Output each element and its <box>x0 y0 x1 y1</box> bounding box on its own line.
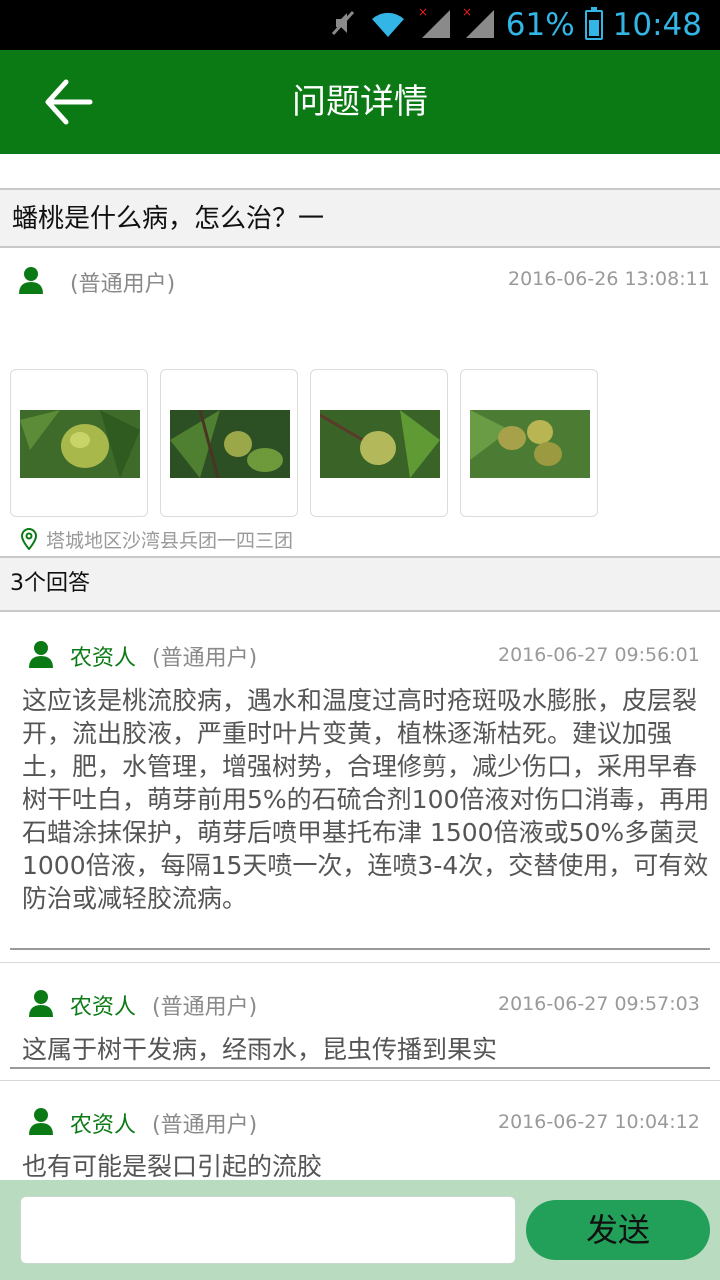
answers-header: 3个回答 <box>0 556 720 612</box>
user-icon <box>29 641 53 668</box>
back-arrow-icon <box>45 79 93 125</box>
back-button[interactable] <box>40 76 96 128</box>
battery-percent: 61% <box>505 7 575 43</box>
answerer-role: (普通用户) <box>152 646 258 671</box>
question-title-bar: 蟠桃是什么病，怎么治？一 <box>0 188 720 248</box>
photo-thumbnail[interactable] <box>160 369 298 517</box>
question-title: 蟠桃是什么病，怎么治？一 <box>12 204 325 234</box>
photo-thumbnail[interactable] <box>310 369 448 517</box>
mute-icon <box>328 8 358 42</box>
divider <box>10 948 710 950</box>
answer-text: 这属于树干发病，经雨水，昆虫传播到果实 <box>22 1035 498 1064</box>
user-icon <box>29 1108 53 1135</box>
signal-icon: × <box>418 5 452 44</box>
battery-icon <box>584 7 603 40</box>
answer-time: 2016-06-27 09:56:01 <box>498 644 700 666</box>
answerer-name[interactable]: 农资人 <box>70 640 136 672</box>
answer-time: 2016-06-27 09:57:03 <box>498 993 700 1015</box>
svg-text:×: × <box>462 6 472 19</box>
app-bar: 问题详情 <box>0 50 720 154</box>
question-time: 2016-06-26 13:08:11 <box>508 268 710 290</box>
send-button[interactable]: 发送 <box>526 1200 710 1260</box>
answerer-role: (普通用户) <box>152 995 258 1020</box>
user-icon <box>19 267 43 294</box>
user-icon <box>29 990 53 1017</box>
svg-text:×: × <box>418 6 428 19</box>
asker-role: (普通用户) <box>70 272 176 297</box>
answerer-name[interactable]: 农资人 <box>70 1107 136 1139</box>
divider <box>0 962 720 963</box>
divider <box>10 1067 710 1069</box>
divider <box>0 1080 720 1081</box>
status-icons: × × 61% 10:48 <box>328 0 702 50</box>
photo-thumbnail[interactable] <box>10 369 148 517</box>
reply-input[interactable] <box>20 1196 516 1264</box>
answers-count: 3个回答 <box>10 571 90 596</box>
location-pin-icon <box>20 528 38 550</box>
location-text: 塔城地区沙湾县兵团一四三团 <box>46 529 294 552</box>
page-title: 问题详情 <box>292 82 428 122</box>
answer-time: 2016-06-27 10:04:12 <box>498 1111 700 1133</box>
location: 塔城地区沙湾县兵团一四三团 <box>20 526 293 552</box>
answerer-role: (普通用户) <box>152 1113 258 1138</box>
wifi-icon <box>368 7 408 43</box>
reply-bar: 发送 <box>0 1180 720 1280</box>
clock: 10:48 <box>612 7 702 43</box>
signal-icon-2: × <box>462 5 496 44</box>
status-bar: × × 61% 10:48 <box>0 0 720 50</box>
answerer-name[interactable]: 农资人 <box>70 989 136 1021</box>
photo-thumbnail[interactable] <box>460 369 598 517</box>
answer-text: 这应该是桃流胶病，遇水和温度过高时疮斑吸水膨胀，皮层裂开，流出胶液，严重时叶片变… <box>22 686 710 913</box>
answer-text: 也有可能是裂口引起的流胶 <box>22 1152 323 1180</box>
